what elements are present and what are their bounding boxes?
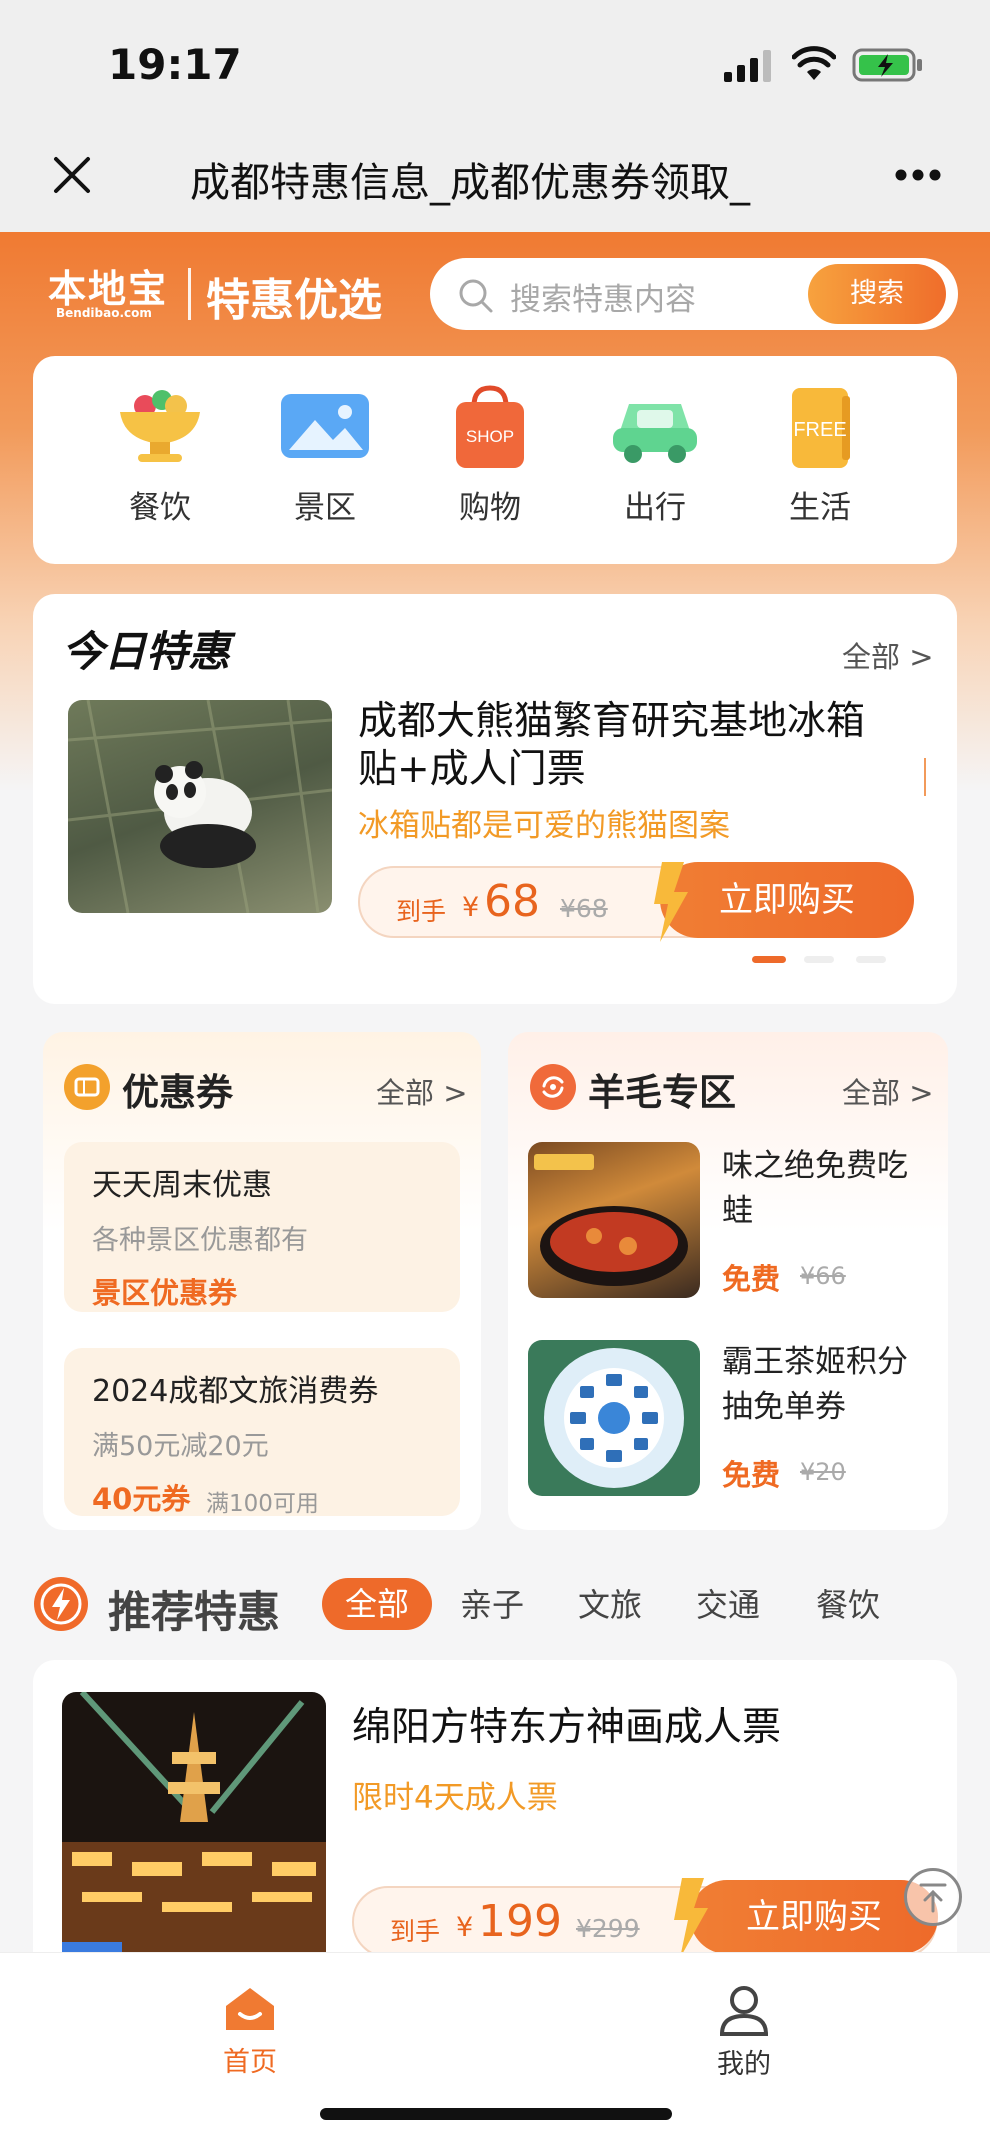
recommend-old-price: ¥299 <box>576 1914 640 1943</box>
deal-currency: ¥ <box>462 892 480 923</box>
status-time: 19:17 <box>108 40 242 89</box>
refresh-icon <box>530 1064 576 1110</box>
deal-title[interactable]: 成都大熊猫繁育研究基地冰箱贴+成人门票 <box>358 698 898 794</box>
tab-mine[interactable]: 我的 <box>694 1984 794 2081</box>
back-to-top-button[interactable] <box>904 1868 962 1926</box>
tab-family[interactable]: 亲子 <box>460 1580 524 1626</box>
coupon-tag: 40元券 <box>92 1482 191 1516</box>
today-title: 今日特惠 <box>62 627 231 676</box>
wifi-icon <box>792 46 836 80</box>
wool-item-free: 免费 <box>722 1262 781 1296</box>
recommend-item-title[interactable]: 绵阳方特东方神画成人票 <box>352 1696 781 1752</box>
coupon-note: 满100可用 <box>206 1491 319 1517</box>
wool-item-image[interactable] <box>528 1340 700 1496</box>
search-icon <box>459 279 493 313</box>
coupon-title: 2024成都文旅消费券 <box>92 1374 379 1409</box>
search-button[interactable]: 搜索 <box>808 264 946 324</box>
page-title: 成都特惠信息_成都优惠券领取_ <box>190 160 750 206</box>
arrow-up-icon <box>919 1883 947 1913</box>
coupon-title: 天天周末优惠 <box>92 1168 272 1203</box>
category-food[interactable]: 餐饮 <box>100 384 220 527</box>
deal-price: 68 <box>484 876 540 927</box>
deal-image[interactable] <box>68 700 332 913</box>
carousel-dot[interactable] <box>804 956 834 963</box>
life-icon: FREE <box>770 384 870 470</box>
car-icon <box>605 384 705 470</box>
brand-logo: 本地宝 <box>48 267 169 311</box>
food-bowl-icon <box>110 384 210 470</box>
deal-subtitle: 冰箱贴都是可爱的熊猫图案 <box>358 808 730 844</box>
more-icon[interactable] <box>894 168 942 182</box>
wool-item-old-price: ¥20 <box>800 1458 846 1486</box>
wool-item-old-price: ¥66 <box>800 1262 846 1290</box>
carousel-next-edge <box>924 758 926 796</box>
deal-old-price: ¥68 <box>560 894 608 923</box>
recommend-title: 推荐特惠 <box>108 1588 280 1638</box>
wool-panel-title: 羊毛专区 <box>588 1071 736 1114</box>
tab-all[interactable]: 全部 <box>322 1578 432 1630</box>
coupon-sub: 各种景区优惠都有 <box>92 1225 308 1256</box>
user-icon <box>719 1986 769 2036</box>
recommend-currency: ¥ <box>456 1912 474 1943</box>
deal-buy-button[interactable]: 立即购买 <box>660 862 914 938</box>
recommend-buy-button[interactable]: 立即购买 <box>690 1880 938 1954</box>
coupon-sub: 满50元减20元 <box>92 1431 269 1462</box>
recommend-price-prefix: 到手 <box>390 1917 441 1946</box>
wool-item-free: 免费 <box>722 1458 781 1492</box>
tab-home[interactable]: 首页 <box>200 1984 300 2079</box>
lightning-icon <box>674 1878 708 1958</box>
battery-icon <box>852 48 922 82</box>
lightning-icon <box>654 862 688 942</box>
signal-icon <box>724 50 771 82</box>
logo-divider <box>188 268 191 320</box>
svg-text:SHOP: SHOP <box>466 427 514 446</box>
close-icon[interactable] <box>52 155 92 195</box>
flash-icon <box>34 1577 88 1631</box>
category-shopping[interactable]: SHOP 购物 <box>430 384 550 527</box>
svg-text:FREE: FREE <box>793 419 846 441</box>
brand-logo-sub: Bendibao.com <box>56 306 152 320</box>
today-more-link[interactable]: 全部 > <box>842 634 934 676</box>
recommend-price: 199 <box>478 1896 562 1947</box>
carousel-dot[interactable] <box>856 956 886 963</box>
coupon-icon <box>64 1064 110 1110</box>
recommend-image[interactable] <box>62 1692 326 1960</box>
recommend-item-subtitle: 限时4天成人票 <box>352 1780 558 1816</box>
home-indicator <box>320 2108 672 2120</box>
tab-transport[interactable]: 交通 <box>696 1580 760 1626</box>
home-icon <box>226 1988 274 2030</box>
deal-price-prefix: 到手 <box>396 897 447 926</box>
wool-item-image[interactable] <box>528 1142 700 1298</box>
tab-culture-travel[interactable]: 文旅 <box>578 1580 642 1626</box>
category-scenery[interactable]: 景区 <box>265 384 385 527</box>
wool-item-title[interactable]: 味之绝免费吃蛙 <box>722 1144 932 1234</box>
carousel-dot-active[interactable] <box>752 956 786 963</box>
coupon-more-link[interactable]: 全部 > <box>376 1070 468 1112</box>
wool-more-link[interactable]: 全部 > <box>842 1070 934 1112</box>
coupon-panel-title: 优惠券 <box>122 1071 233 1114</box>
search-input[interactable]: 搜索特惠内容 <box>510 274 696 319</box>
category-life[interactable]: FREE 生活 <box>760 384 880 527</box>
brand-slogan: 特惠优选 <box>206 275 382 326</box>
tab-dining[interactable]: 餐饮 <box>816 1580 880 1626</box>
coupon-tag: 景区优惠券 <box>92 1276 238 1310</box>
shopping-bag-icon: SHOP <box>440 384 540 470</box>
scenery-icon <box>275 384 375 470</box>
wool-item-title[interactable]: 霸王茶姬积分抽免单券 <box>722 1340 932 1430</box>
category-travel[interactable]: 出行 <box>595 384 715 527</box>
